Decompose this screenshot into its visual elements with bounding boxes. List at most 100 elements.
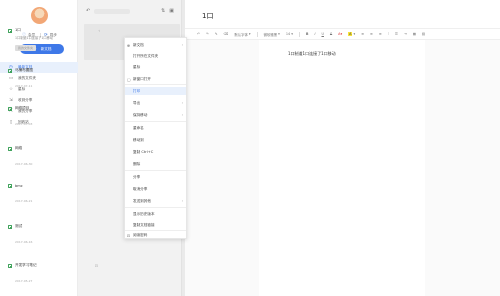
document-title[interactable]: 1口 bbox=[202, 11, 213, 21]
menu-item-share[interactable]: 分享 bbox=[125, 173, 186, 181]
list-item[interactable]: 网络项目 2017-07-03 bbox=[8, 106, 100, 126]
document-icon bbox=[8, 263, 12, 268]
font-family-select[interactable]: 微软雅黑 ▾ bbox=[264, 32, 280, 37]
search-input[interactable] bbox=[94, 8, 131, 14]
toolbar-divider bbox=[298, 31, 300, 37]
menu-item-keep-moving[interactable]: 保持移动 › bbox=[125, 111, 186, 119]
font-size-value: 14 bbox=[285, 32, 291, 36]
menu-item-history[interactable]: 显示历史版本 bbox=[125, 210, 186, 218]
chevron-left-icon[interactable]: ‹ bbox=[98, 28, 100, 33]
chevron-right-icon: › bbox=[181, 113, 183, 117]
menu-item-label: 阅读密码 bbox=[133, 232, 148, 237]
menu-item-move-to[interactable]: 移动到 bbox=[125, 136, 186, 144]
lock-icon: ⊡ bbox=[94, 263, 98, 268]
document-icon bbox=[8, 146, 12, 151]
list-item-title: 1口 bbox=[15, 28, 21, 32]
font-size-select[interactable]: 14 ▾ bbox=[286, 32, 293, 36]
chevron-right-icon: › bbox=[181, 199, 183, 203]
menu-item-label: 导出 bbox=[133, 100, 141, 105]
italic-icon[interactable]: I bbox=[314, 32, 315, 36]
format-painter-icon[interactable]: ✎ bbox=[215, 32, 218, 36]
list-item[interactable]: 网络 2017-06-30 bbox=[8, 146, 100, 166]
editor-toolbar: ↶ ↷ ✎ ⌫ 默认字体 ▾ 微软雅黑 ▾ 14 ▾ B I U S A▾ A ▾ ≡ … bbox=[185, 28, 500, 40]
avatar[interactable] bbox=[31, 7, 48, 24]
menu-item-label: 分享 bbox=[133, 174, 141, 179]
menu-item-copy[interactable]: 复制 Ctrl+C bbox=[125, 148, 186, 156]
menu-item-print[interactable]: 打印 bbox=[125, 87, 186, 95]
menu-item-label: 取消分享 bbox=[133, 186, 148, 191]
menu-divider bbox=[125, 84, 186, 85]
document-icon bbox=[8, 68, 12, 73]
list-toolbar: ↶ ⇅ ▣ bbox=[78, 0, 182, 22]
menu-item-label: 移动到 bbox=[133, 137, 144, 142]
list-item-preview: 1口制道1口连接了1口移动 bbox=[15, 36, 53, 40]
sidebar-item-label: 收到分享 bbox=[18, 98, 33, 102]
underline-icon[interactable]: U bbox=[321, 32, 323, 36]
bullet-list-icon[interactable]: ☰ bbox=[395, 32, 398, 36]
menu-item-label: 显示历史版本 bbox=[133, 211, 155, 216]
strikethrough-icon[interactable]: S bbox=[330, 32, 332, 36]
list-item[interactable]: 1口 ‹ 1口制道1口连接了1口移动 我的文件夹 bbox=[8, 28, 100, 51]
menu-item-read-password[interactable]: ⊡ 阅读密码 bbox=[125, 231, 186, 239]
share-icon: ⇲ bbox=[9, 98, 13, 103]
align-right-icon[interactable]: ≡ bbox=[379, 32, 382, 36]
chevron-right-icon: › bbox=[181, 101, 183, 105]
ordered-list-icon[interactable]: ⁝ bbox=[388, 32, 389, 36]
sidebar-item-received[interactable]: ⇲ 收到分享 bbox=[0, 95, 78, 106]
menu-item-unshare[interactable]: 取消分享 bbox=[125, 185, 186, 193]
list-item-title: bmc bbox=[15, 184, 23, 188]
list-item-title: 网络项目 bbox=[15, 106, 30, 110]
table-icon[interactable]: ▦ bbox=[413, 32, 416, 36]
menu-item-send-to[interactable]: 发送到其他 › bbox=[125, 197, 186, 205]
highlight-icon[interactable]: A ▾ bbox=[348, 32, 355, 36]
list-item-title: 开发学习笔记 bbox=[15, 263, 37, 267]
menu-divider bbox=[125, 121, 186, 122]
align-center-icon[interactable]: ≡ bbox=[370, 32, 373, 36]
font-color-icon[interactable]: A▾ bbox=[338, 32, 342, 36]
undo-icon[interactable]: ↶ bbox=[197, 32, 200, 36]
list-item-date: 2017-07-03 bbox=[15, 122, 33, 126]
list-item[interactable]: 马桶布置图 2017-07-11 bbox=[8, 68, 100, 88]
document-icon bbox=[8, 28, 12, 33]
menu-item-open-folder[interactable]: 打开所在文件夹 bbox=[125, 52, 186, 60]
menu-item-export[interactable]: 导出 › bbox=[125, 99, 186, 107]
list-item-date: 2017-07-11 bbox=[15, 84, 33, 88]
list-item-date: 2017-06-30 bbox=[15, 162, 33, 166]
toolbar-divider bbox=[256, 31, 258, 37]
menu-item-new-document[interactable]: ⊕ 新文档 › bbox=[125, 41, 186, 49]
back-icon[interactable]: ↶ bbox=[86, 8, 90, 14]
menu-item-rename[interactable]: 重命名 bbox=[125, 124, 186, 132]
menu-divider bbox=[125, 207, 186, 208]
editor-page[interactable] bbox=[259, 40, 425, 296]
menu-item-new-window[interactable]: ▢ 新窗口打开 bbox=[125, 75, 186, 83]
folder-add-icon[interactable]: ▣ bbox=[169, 8, 174, 14]
clear-format-icon[interactable]: ⌫ bbox=[224, 32, 229, 36]
align-left-icon[interactable]: ≡ bbox=[361, 32, 364, 36]
bold-icon[interactable]: B bbox=[306, 32, 309, 36]
menu-item-star[interactable]: 星标 bbox=[125, 63, 186, 71]
sort-icon[interactable]: ⇅ bbox=[161, 8, 165, 14]
menu-item-delete[interactable]: 删除 bbox=[125, 160, 186, 168]
list-item-title: 网络 bbox=[15, 146, 23, 150]
list-item[interactable]: bmc 2017-06-21 bbox=[8, 184, 100, 203]
context-menu: ⊕ 新文档 › 打开所在文件夹 星标 ▢ 新窗口打开 打印 导出 › 保持移动 … bbox=[124, 37, 187, 239]
chevron-right-icon: › bbox=[181, 43, 183, 47]
menu-item-copy-link[interactable]: 复制文档链接 bbox=[125, 221, 186, 229]
menu-item-label: 新窗口打开 bbox=[133, 76, 151, 81]
document-body[interactable]: 1口制道1口连接了1口移动 bbox=[288, 51, 336, 57]
image-icon[interactable]: ▨ bbox=[422, 32, 425, 36]
redo-icon[interactable]: ↷ bbox=[206, 32, 209, 36]
heading-select-value: 默认字体 bbox=[234, 32, 248, 37]
heading-select[interactable]: 默认字体 ▾ bbox=[234, 32, 250, 37]
list-item[interactable]: 开发学习笔记 ⊡ 2017-05-27 bbox=[8, 263, 100, 283]
menu-item-label: 删除 bbox=[133, 161, 141, 166]
document-icon bbox=[8, 184, 12, 188]
menu-item-label: 重命名 bbox=[133, 125, 144, 130]
editor: 1口 ↶ ↷ ✎ ⌫ 默认字体 ▾ 微软雅黑 ▾ 14 ▾ B I U S A▾ A ▾… bbox=[185, 0, 500, 296]
menu-item-label: 星标 bbox=[133, 64, 141, 69]
indent-icon[interactable]: ⇥ bbox=[404, 32, 407, 36]
font-family-value: 微软雅黑 bbox=[263, 32, 278, 37]
menu-item-label: 复制 Ctrl+C bbox=[133, 149, 154, 154]
document-icon bbox=[8, 224, 12, 229]
list-item[interactable]: 测试 2017-06-16 bbox=[8, 224, 100, 244]
